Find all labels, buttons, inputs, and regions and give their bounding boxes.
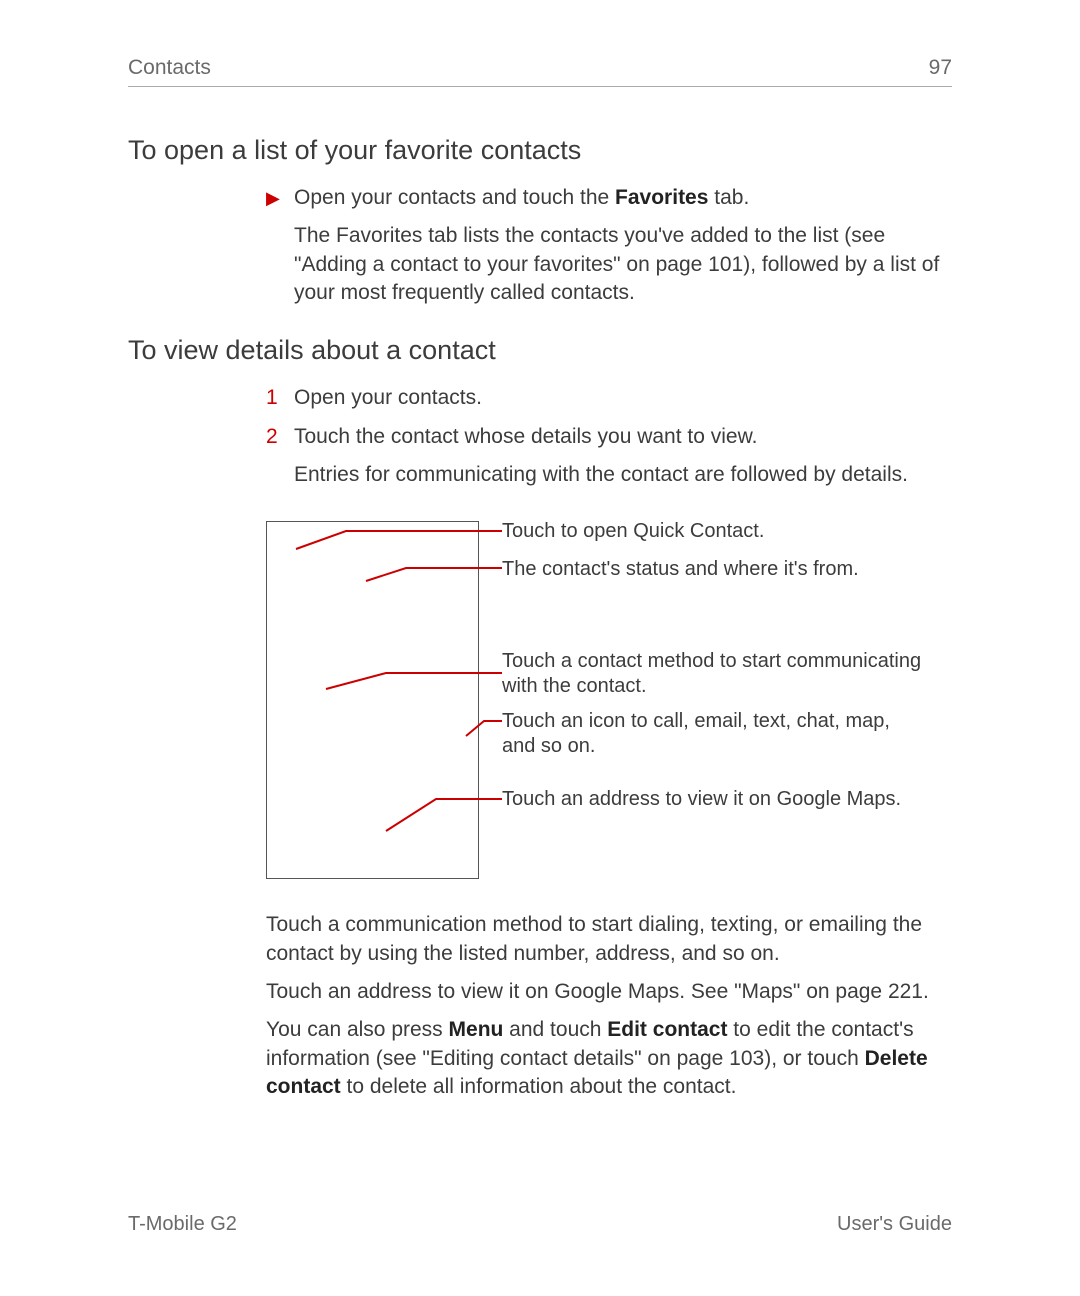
section-heading-view-details: To view details about a contact (128, 335, 952, 366)
section-heading-favorites: To open a list of your favorite contacts (128, 135, 952, 166)
step-2-text: Touch the contact whose details you want… (294, 423, 757, 451)
running-header: Contacts 97 (128, 56, 952, 87)
edit-contact-label: Edit contact (607, 1018, 727, 1041)
running-footer: T-Mobile G2 User's Guide (128, 1213, 952, 1236)
text: Open your contacts and touch the (294, 186, 615, 209)
bullet-arrow-icon: ▶ (266, 184, 294, 212)
after-p1: Touch a communication method to start di… (266, 911, 952, 968)
text: and touch (503, 1018, 607, 1041)
favorites-instruction: Open your contacts and touch the Favorit… (294, 184, 749, 212)
text: tab. (708, 186, 749, 209)
callout-quick-contact: Touch to open Quick Contact. (502, 519, 764, 544)
text: You can also press (266, 1018, 449, 1041)
step-1-text: Open your contacts. (294, 384, 482, 412)
step-number-1: 1 (266, 384, 294, 412)
footer-right: User's Guide (837, 1213, 952, 1236)
page: Contacts 97 To open a list of your favor… (0, 0, 1080, 1296)
body-favorites: ▶ Open your contacts and touch the Favor… (266, 184, 952, 307)
menu-label: Menu (449, 1018, 504, 1041)
footer-left: T-Mobile G2 (128, 1213, 237, 1236)
favorites-description: The Favorites tab lists the contacts you… (294, 222, 952, 307)
body-view-details: 1 Open your contacts. 2 Touch the contac… (266, 384, 952, 1101)
favorites-tab-label: Favorites (615, 186, 708, 209)
callout-action-icons: Touch an icon to call, email, text, chat… (502, 709, 922, 759)
callout-address-maps: Touch an address to view it on Google Ma… (502, 787, 901, 812)
contact-diagram: Touch to open Quick Contact. The contact… (266, 511, 926, 891)
text: to delete all information about the cont… (341, 1075, 737, 1098)
step-number-2: 2 (266, 423, 294, 451)
page-number: 97 (929, 56, 952, 80)
phone-outline (266, 521, 479, 879)
after-p3: You can also press Menu and touch Edit c… (266, 1016, 952, 1101)
callout-contact-method: Touch a contact method to start communic… (502, 649, 922, 699)
after-p2: Touch an address to view it on Google Ma… (266, 978, 952, 1006)
header-left: Contacts (128, 56, 211, 80)
callout-status: The contact's status and where it's from… (502, 557, 859, 582)
step-2-detail: Entries for communicating with the conta… (294, 461, 952, 489)
